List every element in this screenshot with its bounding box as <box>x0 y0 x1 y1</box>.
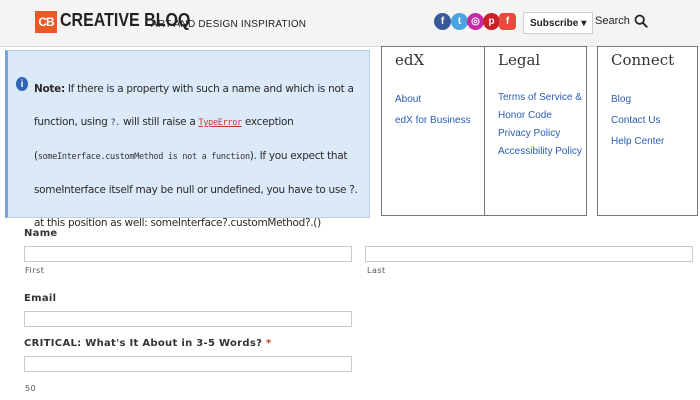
link-edx-for-business[interactable]: edX for Business <box>395 110 471 131</box>
column-title-legal: Legal <box>498 51 541 69</box>
critical-label: CRITICAL: What's It About in 3-5 Words? … <box>24 338 272 349</box>
critical-summary-field[interactable] <box>24 356 352 372</box>
site-tagline: ART AND DESIGN INSPIRATION <box>151 19 307 30</box>
name-label: Name <box>24 228 58 239</box>
caret-down-icon: ▾ <box>581 17 587 29</box>
info-icon: i <box>16 77 28 91</box>
link-honor-code[interactable]: Honor Code <box>498 107 582 125</box>
link-terms-of-service[interactable]: Terms of Service & <box>498 89 582 107</box>
link-accessibility-policy[interactable]: Accessibility Policy <box>498 143 582 161</box>
subscribe-label: Subscribe <box>530 17 579 29</box>
footer-column-edx: edX About edX for Business <box>381 46 485 216</box>
legal-links: Terms of Service & Honor Code Privacy Po… <box>498 89 582 161</box>
note-callout: i Note: If there is a property with such… <box>5 50 370 229</box>
logo-mark[interactable]: CB <box>35 11 57 33</box>
email-label: Email <box>24 293 57 304</box>
flipboard-icon[interactable]: f <box>499 13 516 30</box>
subscribe-button[interactable]: Subscribe ▾ <box>523 12 594 34</box>
note-code-2: someInterface.customMethod is not a func… <box>37 152 250 162</box>
email-field[interactable] <box>24 311 352 327</box>
note-text: Note: If there is a property with such a… <box>34 73 370 240</box>
first-name-field[interactable] <box>24 246 352 262</box>
link-contact-us[interactable]: Contact Us <box>611 110 664 131</box>
connect-links: Blog Contact Us Help Center <box>611 89 664 152</box>
character-counter: 50 <box>25 384 37 393</box>
footer-column-legal: Legal Terms of Service & Honor Code Priv… <box>484 46 587 216</box>
footer-column-connect: Connect Blog Contact Us Help Center <box>597 46 698 216</box>
site-header: CB CREATIVE BLOQ ART AND DESIGN INSPIRAT… <box>0 0 700 47</box>
pinterest-icon[interactable]: p <box>483 13 500 30</box>
last-sublabel: Last <box>367 266 386 275</box>
search-label: Search <box>595 15 630 27</box>
column-title-connect: Connect <box>611 51 675 69</box>
critical-label-text: CRITICAL: What's It About in 3-5 Words? <box>24 338 263 349</box>
required-mark: * <box>266 338 272 349</box>
link-blog[interactable]: Blog <box>611 89 664 110</box>
note-label: Note: <box>34 83 65 95</box>
search-button[interactable]: Search <box>595 14 648 28</box>
instagram-icon[interactable]: ◎ <box>467 13 484 30</box>
first-sublabel: First <box>25 266 45 275</box>
typeerror-link[interactable]: TypeError <box>199 118 243 128</box>
link-privacy-policy[interactable]: Privacy Policy <box>498 125 582 143</box>
edx-links: About edX for Business <box>395 89 471 131</box>
search-icon <box>634 14 648 28</box>
note-text-2: will still raise a <box>120 116 199 128</box>
facebook-icon[interactable]: f <box>434 13 451 30</box>
note-code-1: ?. <box>110 118 121 128</box>
link-help-center[interactable]: Help Center <box>611 131 664 152</box>
twitter-icon[interactable]: t <box>451 13 468 30</box>
last-name-field[interactable] <box>365 246 693 262</box>
link-about[interactable]: About <box>395 89 471 110</box>
column-title-edx: edX <box>395 51 425 69</box>
